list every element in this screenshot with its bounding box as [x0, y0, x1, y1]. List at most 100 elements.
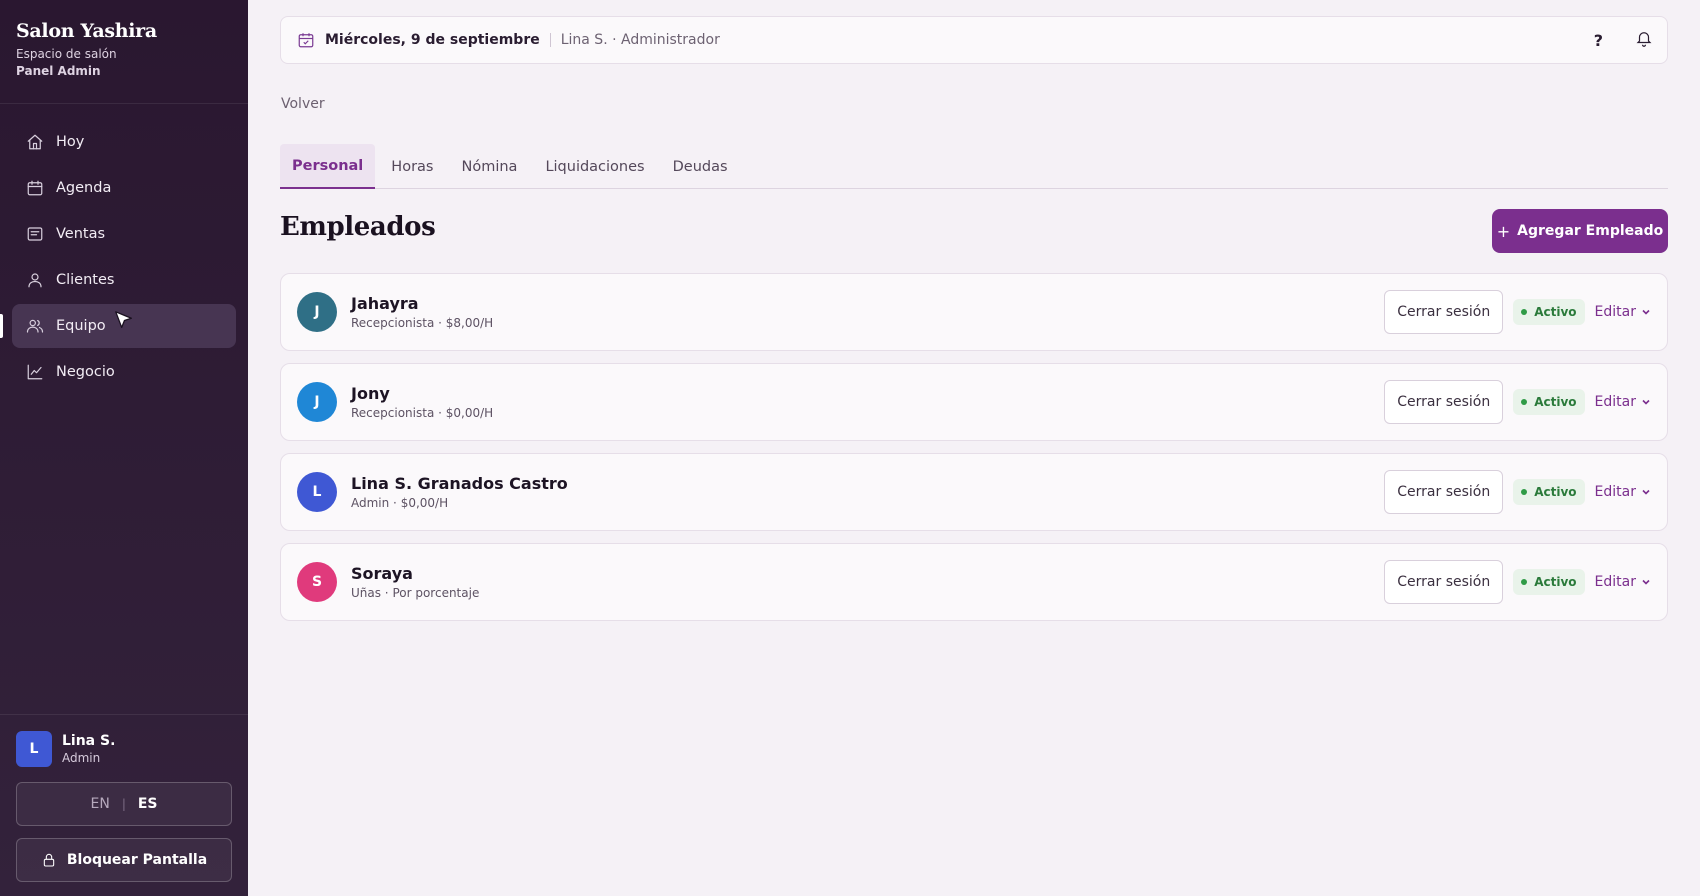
edit-label: Editar — [1594, 574, 1636, 590]
chevron-down-icon — [1642, 579, 1650, 585]
current-date: Miércoles, 9 de septiembre — [325, 32, 540, 48]
lock-screen-button[interactable]: Bloquear Pantalla — [16, 838, 232, 882]
brand: Salon Yashira Espacio de salón Panel Adm… — [0, 0, 248, 104]
row-actions: Cerrar sesión Activo Editar — [1384, 454, 1651, 530]
status-badge: Activo — [1513, 479, 1585, 505]
avatar: L — [16, 731, 52, 767]
status-dot — [1521, 579, 1528, 585]
edit-label: Editar — [1594, 484, 1636, 500]
status-label: Activo — [1534, 485, 1577, 499]
tab-liquidaciones[interactable]: Liquidaciones — [533, 144, 656, 189]
user-name: Lina S. — [62, 733, 116, 749]
avatar: S — [297, 562, 337, 602]
main-content: Miércoles, 9 de septiembre Lina S. · Adm… — [248, 0, 1700, 896]
sidebar-item-label: Clientes — [56, 272, 115, 288]
sidebar-item-label: Agenda — [56, 180, 112, 196]
chevron-down-icon — [1642, 309, 1650, 315]
user-icon — [26, 271, 44, 289]
add-employee-label: Agregar Empleado — [1517, 223, 1664, 239]
row-actions: Cerrar sesión Activo Editar — [1384, 274, 1651, 350]
bell-icon[interactable] — [1635, 29, 1653, 51]
employee-name: Soraya — [351, 564, 413, 583]
logout-button[interactable]: Cerrar sesión — [1384, 470, 1504, 514]
avatar: J — [297, 292, 337, 332]
logout-button[interactable]: Cerrar sesión — [1384, 290, 1504, 334]
home-icon — [26, 133, 44, 151]
lang-divider: | — [121, 797, 126, 811]
lang-option-en[interactable]: EN — [90, 796, 109, 812]
back-link[interactable]: Volver — [281, 96, 325, 112]
edit-dropdown[interactable]: Editar — [1595, 394, 1651, 410]
lang-option-es[interactable]: ES — [138, 796, 158, 812]
status-dot — [1521, 309, 1528, 315]
status-label: Activo — [1534, 395, 1577, 409]
brand-panel-label: Panel Admin — [16, 64, 101, 78]
topbar-actions: ? — [1594, 17, 1653, 63]
chart-line-icon — [26, 363, 44, 381]
language-switcher: EN | ES — [16, 782, 232, 826]
row-actions: Cerrar sesión Activo Editar — [1384, 544, 1651, 620]
tab-personal[interactable]: Personal — [280, 144, 376, 189]
page-title: Empleados — [280, 212, 436, 242]
employee-role-rate: Uñas · Por porcentaje — [351, 586, 480, 600]
status-badge: Activo — [1513, 389, 1585, 415]
tab-nomina[interactable]: Nómina — [449, 144, 529, 189]
logout-button[interactable]: Cerrar sesión — [1384, 380, 1504, 424]
logout-button[interactable]: Cerrar sesión — [1384, 560, 1504, 604]
sidebar-item-hoy[interactable]: Hoy — [12, 120, 236, 164]
sidebar: Salon Yashira Espacio de salón Panel Adm… — [0, 0, 248, 896]
status-dot — [1521, 489, 1528, 495]
row-actions: Cerrar sesión Activo Editar — [1384, 364, 1651, 440]
employee-role-rate: Recepcionista · $0,00/H — [351, 406, 494, 420]
edit-dropdown[interactable]: Editar — [1595, 304, 1651, 320]
calendar-icon — [26, 179, 44, 197]
brand-title: Salon Yashira — [16, 20, 157, 42]
employee-role-rate: Recepcionista · $8,00/H — [351, 316, 494, 330]
status-dot — [1521, 399, 1528, 405]
sidebar-item-label: Ventas — [56, 226, 106, 242]
topbar-divider — [549, 33, 551, 47]
employee-name: Jahayra — [351, 294, 419, 313]
sidebar-item-label: Equipo — [56, 318, 106, 334]
chevron-down-icon — [1642, 399, 1650, 405]
edit-dropdown[interactable]: Editar — [1595, 484, 1651, 500]
employee-role-rate: Admin · $0,00/H — [351, 496, 449, 510]
status-label: Activo — [1534, 305, 1577, 319]
sidebar-item-agenda[interactable]: Agenda — [12, 166, 236, 210]
users-icon — [26, 317, 44, 335]
employee-name: Jony — [351, 384, 390, 403]
edit-label: Editar — [1594, 304, 1636, 320]
tab-bar: Personal Horas Nómina Liquidaciones Deud… — [280, 144, 1668, 189]
user-role: Admin — [62, 751, 101, 765]
current-user: L Lina S. Admin — [16, 731, 232, 767]
status-label: Activo — [1534, 575, 1577, 589]
sidebar-item-negocio[interactable]: Negocio — [12, 350, 236, 394]
employee-name: Lina S. Granados Castro — [351, 474, 568, 493]
current-user-role: Lina S. · Administrador — [560, 32, 720, 48]
employee-row: L Lina S. Granados Castro Admin · $0,00/… — [280, 453, 1668, 531]
employee-row: S Soraya Uñas · Por porcentaje Cerrar se… — [280, 543, 1668, 621]
sidebar-item-label: Negocio — [56, 364, 115, 380]
chevron-down-icon — [1642, 489, 1650, 495]
status-badge: Activo — [1513, 299, 1585, 325]
sidebar-nav: Hoy Agenda Ventas Clientes Equipo Negoci… — [0, 104, 248, 394]
status-badge: Activo — [1513, 569, 1585, 595]
mouse-cursor-icon — [115, 311, 132, 329]
brand-subtitle: Espacio de salón — [16, 47, 117, 61]
sidebar-footer: L Lina S. Admin EN | ES Bloquear Pantall… — [0, 714, 248, 896]
sidebar-item-clientes[interactable]: Clientes — [12, 258, 236, 302]
sidebar-item-ventas[interactable]: Ventas — [12, 212, 236, 256]
add-employee-button[interactable]: + Agregar Empleado — [1492, 209, 1668, 253]
employee-row: J Jony Recepcionista · $0,00/H Cerrar se… — [280, 363, 1668, 441]
lock-icon — [43, 853, 55, 867]
employee-list: J Jahayra Recepcionista · $8,00/H Cerrar… — [280, 273, 1668, 633]
edit-label: Editar — [1594, 394, 1636, 410]
tab-deudas[interactable]: Deudas — [661, 144, 740, 189]
avatar: L — [297, 472, 337, 512]
edit-dropdown[interactable]: Editar — [1595, 574, 1651, 590]
avatar: J — [297, 382, 337, 422]
sidebar-item-label: Hoy — [56, 134, 85, 150]
tab-horas[interactable]: Horas — [379, 144, 445, 189]
calendar-check-icon — [298, 33, 314, 48]
help-icon[interactable]: ? — [1594, 31, 1603, 50]
